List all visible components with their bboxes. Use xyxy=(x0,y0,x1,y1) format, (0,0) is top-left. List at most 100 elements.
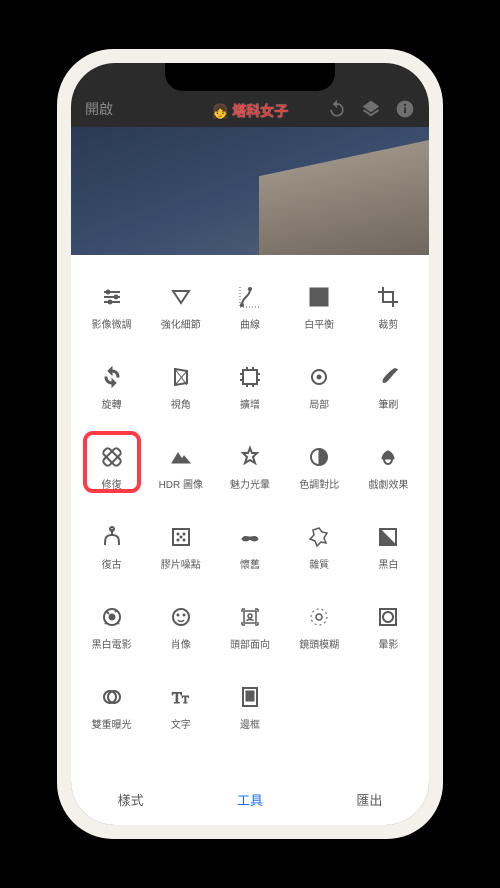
mustache-icon xyxy=(237,524,263,550)
tool-label: HDR 圖像 xyxy=(159,476,203,491)
tool-crop[interactable]: 裁剪 xyxy=(354,269,423,345)
noir-icon xyxy=(99,604,125,630)
watermark: 👧 塔科女子 xyxy=(212,101,288,121)
tool-drama[interactable]: 戲劇效果 xyxy=(354,429,423,505)
watermark-icon: 👧 xyxy=(212,103,229,120)
tool-grainy[interactable]: 膠片噪點 xyxy=(146,509,215,585)
tool-label: 局部 xyxy=(309,396,329,411)
tool-label: 擴增 xyxy=(240,396,260,411)
screen: 開啟 👧 塔科女子 影像微調 強化細節 曲線 WB 白平衡 裁剪旋轉 視角 擴增 xyxy=(71,63,429,825)
tool-mountain[interactable]: HDR 圖像 xyxy=(146,429,215,505)
mountain-icon xyxy=(168,444,194,470)
tool-vintage[interactable]: 復古 xyxy=(77,509,146,585)
svg-text:T: T xyxy=(172,690,182,707)
tool-label: 色調對比 xyxy=(299,476,339,491)
lensblur-icon xyxy=(306,604,332,630)
tools-panel: 影像微調 強化細節 曲線 WB 白平衡 裁剪旋轉 視角 擴增 局部 筆刷修復 HDR 圖像 魅力光暈 色… xyxy=(71,255,429,825)
headpose-icon xyxy=(237,604,263,630)
layers-icon[interactable] xyxy=(361,99,381,119)
tool-label: 強化細節 xyxy=(161,316,201,331)
crop-icon xyxy=(375,284,401,310)
tool-noir[interactable]: 黑白電影 xyxy=(77,589,146,665)
tool-tune[interactable]: 影像微調 xyxy=(77,269,146,345)
tool-label: 復古 xyxy=(102,556,122,571)
tool-face[interactable]: 肖像 xyxy=(146,589,215,665)
building-shape xyxy=(259,138,429,255)
tool-label: 懷舊 xyxy=(240,556,260,571)
tool-label: 頭部面向 xyxy=(230,636,270,651)
tab-export[interactable]: 匯出 xyxy=(356,790,382,809)
notch xyxy=(165,63,335,91)
top-icons xyxy=(327,99,415,119)
triangle-down-icon xyxy=(168,284,194,310)
tool-glamour[interactable]: 魅力光暈 xyxy=(215,429,284,505)
tool-text[interactable]: TT 文字 xyxy=(146,669,215,745)
open-button[interactable]: 開啟 xyxy=(85,99,113,119)
vintage-icon xyxy=(99,524,125,550)
tool-label: 戲劇效果 xyxy=(368,476,408,491)
tool-wb[interactable]: WB 白平衡 xyxy=(285,269,354,345)
tool-label: 黑白電影 xyxy=(92,636,132,651)
tool-label: 肖像 xyxy=(171,636,191,651)
vignette-icon xyxy=(375,604,401,630)
expand-icon xyxy=(237,364,263,390)
glamour-icon xyxy=(237,444,263,470)
svg-text:W: W xyxy=(313,291,320,298)
curves-icon xyxy=(237,284,263,310)
tool-rotate[interactable]: 旋轉 xyxy=(77,349,146,425)
grainy-icon xyxy=(168,524,194,550)
svg-text:T: T xyxy=(182,694,189,706)
tool-label: 裁剪 xyxy=(378,316,398,331)
text-icon: TT xyxy=(168,684,194,710)
wb-icon: WB xyxy=(306,284,332,310)
tool-double[interactable]: 雙重曝光 xyxy=(77,669,146,745)
tool-vignette[interactable]: 暈影 xyxy=(354,589,423,665)
info-icon[interactable] xyxy=(395,99,415,119)
bottom-tabs: 樣式 工具 匯出 xyxy=(71,773,429,825)
double-icon xyxy=(99,684,125,710)
tool-target[interactable]: 局部 xyxy=(285,349,354,425)
tool-bw[interactable]: 黑白 xyxy=(354,509,423,585)
tool-lensblur[interactable]: 鏡頭模糊 xyxy=(285,589,354,665)
svg-text:B: B xyxy=(320,300,325,307)
tool-expand[interactable]: 擴增 xyxy=(215,349,284,425)
frame-icon xyxy=(237,684,263,710)
tool-label: 膠片噪點 xyxy=(161,556,201,571)
brush-icon xyxy=(375,364,401,390)
tool-grid: 影像微調 強化細節 曲線 WB 白平衡 裁剪旋轉 視角 擴增 局部 筆刷修復 HDR 圖像 魅力光暈 色… xyxy=(71,255,429,773)
image-preview[interactable] xyxy=(71,127,429,255)
tool-mustache[interactable]: 懷舊 xyxy=(215,509,284,585)
phone-frame: 開啟 👧 塔科女子 影像微調 強化細節 曲線 WB 白平衡 裁剪旋轉 視角 擴增 xyxy=(57,49,443,839)
tool-label: 邊框 xyxy=(240,716,260,731)
tool-heal[interactable]: 修復 xyxy=(77,429,146,505)
tool-label: 筆刷 xyxy=(378,396,398,411)
tool-label: 影像微調 xyxy=(92,316,132,331)
grunge-icon xyxy=(306,524,332,550)
tool-brush[interactable]: 筆刷 xyxy=(354,349,423,425)
tab-styles[interactable]: 樣式 xyxy=(118,790,144,809)
tool-label: 雙重曝光 xyxy=(92,716,132,731)
tool-tonal[interactable]: 色調對比 xyxy=(285,429,354,505)
tab-tools[interactable]: 工具 xyxy=(237,790,263,809)
perspective-icon xyxy=(168,364,194,390)
tool-grunge[interactable]: 雜質 xyxy=(285,509,354,585)
tool-label: 曲線 xyxy=(240,316,260,331)
redo-icon[interactable] xyxy=(327,99,347,119)
tool-label: 暈影 xyxy=(378,636,398,651)
tool-label: 魅力光暈 xyxy=(230,476,270,491)
bw-icon xyxy=(375,524,401,550)
tool-curves[interactable]: 曲線 xyxy=(215,269,284,345)
tool-label: 雜質 xyxy=(309,556,329,571)
tool-label: 文字 xyxy=(171,716,191,731)
tool-perspective[interactable]: 視角 xyxy=(146,349,215,425)
tool-label: 白平衡 xyxy=(304,316,334,331)
watermark-text: 塔科女子 xyxy=(232,101,288,121)
tool-triangle-down[interactable]: 強化細節 xyxy=(146,269,215,345)
tool-headpose[interactable]: 頭部面向 xyxy=(215,589,284,665)
tool-frame[interactable]: 邊框 xyxy=(215,669,284,745)
tune-icon xyxy=(99,284,125,310)
rotate-icon xyxy=(99,364,125,390)
tool-label: 旋轉 xyxy=(102,396,122,411)
tool-label: 視角 xyxy=(171,396,191,411)
tonal-icon xyxy=(306,444,332,470)
